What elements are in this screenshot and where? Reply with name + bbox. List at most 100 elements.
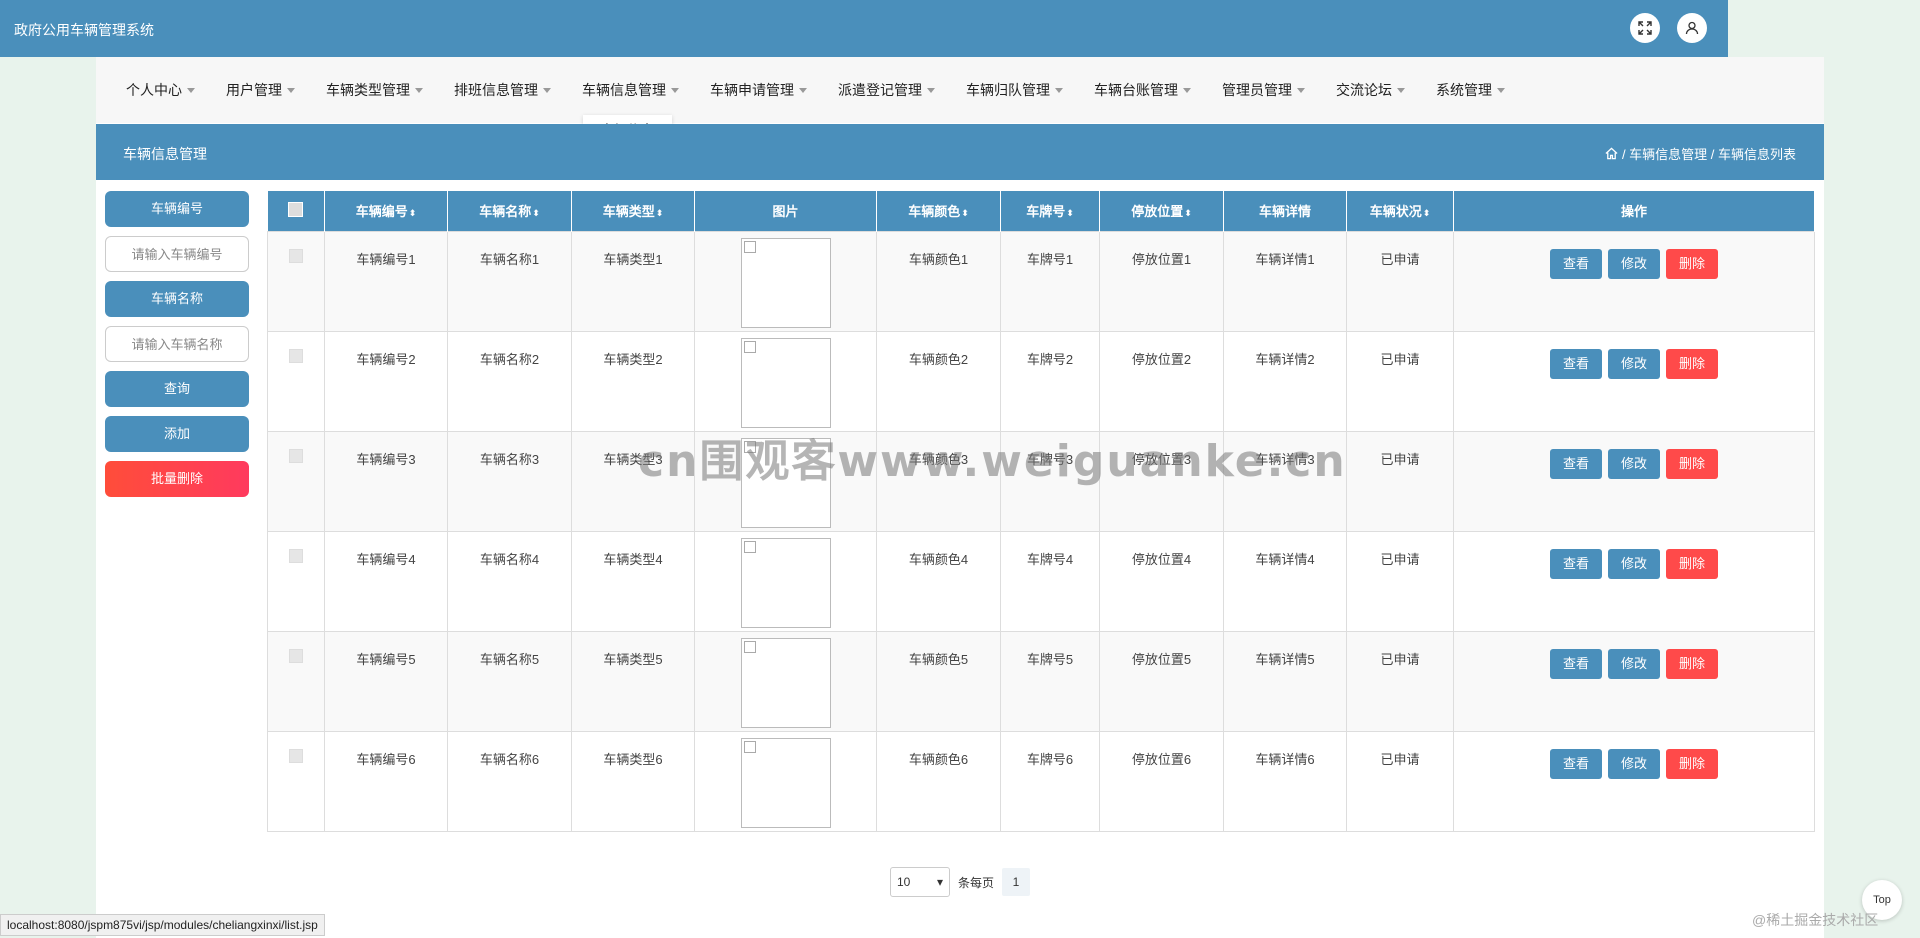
column-header[interactable]: 停放位置⬍ [1099,191,1224,231]
column-header-label: 车辆状况 [1369,204,1422,220]
nav-item-0[interactable]: 个人中心 [126,80,195,100]
row-checkbox[interactable] [289,748,303,763]
nav-item-label: 交流论坛 [1336,82,1392,98]
broken-image-icon [743,440,756,453]
column-header-label: 停放位置 [1131,204,1184,220]
table-cell: 车辆编号4 [356,551,416,567]
column-header[interactable]: 车辆类型⬍ [571,191,695,231]
table-cell: 停放位置2 [1131,351,1192,367]
table-cell: 车辆名称5 [479,651,540,667]
sort-icon[interactable]: ⬍ [1184,208,1192,218]
row-checkbox[interactable] [289,448,303,463]
nav-item-3[interactable]: 排班信息管理 [454,80,551,100]
sort-icon[interactable]: ⬍ [1423,208,1431,218]
breadcrumb: / 车辆信息管理 / 车辆信息列表 [1605,144,1796,163]
sort-icon[interactable]: ⬍ [656,208,664,218]
column-header[interactable]: 车辆编号⬍ [324,191,448,231]
view-button[interactable]: 查看 [1549,448,1602,479]
table-cell: 车辆名称3 [479,451,540,467]
user-icon[interactable] [1677,13,1707,43]
nav-item-5[interactable]: 车辆申请管理 [710,80,807,100]
delete-button[interactable]: 删除 [1666,548,1719,579]
delete-button[interactable]: 删除 [1666,648,1719,679]
table-cell: 车辆详情2 [1255,351,1315,367]
app-title: 政府公用车辆管理系统 [14,22,154,38]
table-cell: 车辆类型4 [603,551,663,567]
add-button[interactable]: 添加 [105,416,249,452]
edit-button[interactable]: 修改 [1607,748,1660,779]
edit-button[interactable]: 修改 [1607,348,1660,379]
sort-icon[interactable]: ⬍ [409,208,417,218]
delete-button[interactable]: 删除 [1666,748,1719,779]
table-cell: 车辆颜色2 [908,351,969,367]
page-number[interactable]: 1 [1002,868,1031,896]
view-button[interactable]: 查看 [1549,648,1602,679]
edit-button[interactable]: 修改 [1607,248,1660,279]
nav-item-7[interactable]: 车辆归队管理 [966,80,1063,100]
table-cell: 已申请 [1380,551,1420,567]
view-button[interactable]: 查看 [1549,348,1602,379]
column-header[interactable]: 车牌号⬍ [1000,191,1100,231]
vehicle-name-input[interactable]: 请输入车辆名称 [105,326,249,362]
column-header-label: 操作 [1620,204,1647,220]
nav-item-label: 车辆台账管理 [1094,82,1178,98]
vehicle-image [740,237,831,328]
column-header[interactable]: 车辆颜色⬍ [876,191,1001,231]
delete-button[interactable]: 删除 [1666,348,1719,379]
caret-down-icon [187,87,195,93]
view-button[interactable]: 查看 [1549,548,1602,579]
column-header-label: 车辆类型 [602,204,655,220]
delete-button[interactable]: 删除 [1666,248,1719,279]
fullscreen-icon[interactable] [1630,13,1660,43]
nav-item-1[interactable]: 用户管理 [226,80,295,100]
nav-item-6[interactable]: 派遣登记管理 [838,80,935,100]
table-cell: 车辆类型2 [603,351,663,367]
row-checkbox[interactable] [289,348,303,363]
column-header: 操作 [1453,191,1815,231]
search-panel: 车辆编号 请输入车辆编号 车辆名称 请输入车辆名称 查询 添加 批量删除 [105,191,249,506]
table-cell: 已申请 [1380,751,1420,767]
edit-button[interactable]: 修改 [1607,648,1660,679]
sort-icon[interactable]: ⬍ [1066,208,1074,218]
view-button[interactable]: 查看 [1549,748,1602,779]
nav-item-4[interactable]: 车辆信息管理 [582,80,679,100]
nav-item-2[interactable]: 车辆类型管理 [326,80,423,100]
vehicle-number-input[interactable]: 请输入车辆编号 [105,236,249,272]
table-cell: 车辆颜色5 [908,651,969,667]
table-cell: 车牌号3 [1026,451,1074,467]
home-icon[interactable] [1605,147,1618,160]
nav-item-8[interactable]: 车辆台账管理 [1094,80,1191,100]
batch-delete-button[interactable]: 批量删除 [105,461,249,497]
edit-button[interactable]: 修改 [1607,548,1660,579]
delete-button[interactable]: 删除 [1666,448,1719,479]
pagination: 10 ▾ 条每页 1 [890,867,1031,897]
column-header[interactable]: 车辆状况⬍ [1346,191,1454,231]
nav-item-9[interactable]: 管理员管理 [1222,80,1305,100]
nav-item-label: 派遣登记管理 [838,82,922,98]
nav-item-label: 个人中心 [126,82,182,98]
table-row: 车辆编号1 车辆名称1 车辆类型1 车辆颜色1 车牌号1 停放位置1 车辆详情1 已申请 查看修… [267,230,1815,332]
row-checkbox[interactable] [289,648,303,663]
row-checkbox[interactable] [289,548,303,563]
query-button[interactable]: 查询 [105,371,249,407]
column-header[interactable]: 车辆名称⬍ [447,191,572,231]
sort-icon[interactable]: ⬍ [532,208,540,218]
table-cell: 车辆详情3 [1255,451,1315,467]
chevron-down-icon: ▾ [936,875,943,889]
table-cell: 车牌号2 [1026,351,1074,367]
caret-down-icon [287,87,295,93]
nav-item-10[interactable]: 交流论坛 [1336,80,1405,100]
edit-button[interactable]: 修改 [1607,448,1660,479]
row-checkbox[interactable] [289,248,303,263]
vehicle-table: 车辆编号⬍ 车辆名称⬍ 车辆类型⬍ 图片 车辆颜色⬍ 车牌号⬍ 停放位置⬍ 车辆详情 车辆状况⬍… [267,191,1815,832]
sort-icon[interactable]: ⬍ [961,208,969,218]
column-header-label: 车辆编号 [355,204,408,220]
vehicle-image [740,437,831,528]
table-cell: 车牌号1 [1026,251,1074,267]
nav-item-11[interactable]: 系统管理 [1436,80,1505,100]
breadcrumb-text[interactable]: / 车辆信息管理 / 车辆信息列表 [1622,144,1796,163]
page-size-select[interactable]: 10 ▾ [890,867,950,897]
select-all-checkbox[interactable] [288,201,304,217]
table-cell: 车辆详情5 [1255,651,1315,667]
view-button[interactable]: 查看 [1549,248,1602,279]
